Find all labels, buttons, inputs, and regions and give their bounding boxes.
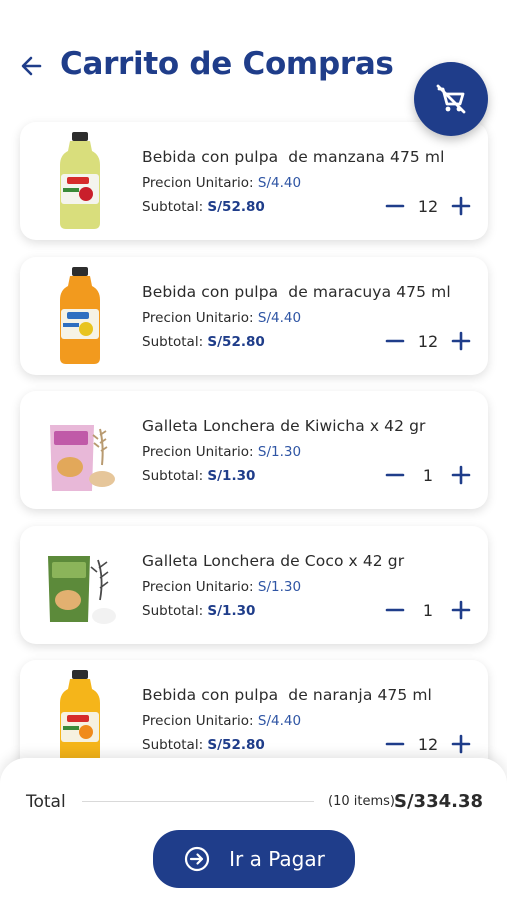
minus-icon	[385, 339, 405, 343]
total-divider	[82, 801, 314, 802]
minus-icon	[385, 742, 405, 746]
unit-price-line: Precion Unitario: S/1.30	[142, 444, 301, 460]
total-amount: S/334.38	[394, 791, 483, 812]
unit-price-label: Precion Unitario:	[142, 444, 258, 460]
subtotal-value: S/1.30	[207, 468, 256, 484]
unit-price-value: S/4.40	[257, 175, 302, 191]
increase-button[interactable]	[450, 330, 472, 352]
increase-button[interactable]	[450, 599, 472, 621]
subtotal-label: Subtotal:	[142, 603, 208, 619]
plus-icon	[451, 331, 471, 351]
product-image-apple-juice	[60, 132, 100, 229]
plus-icon	[451, 196, 471, 216]
decrease-button[interactable]	[384, 464, 406, 486]
unit-price-line: Precion Unitario: S/1.30	[142, 579, 301, 595]
decrease-button[interactable]	[384, 330, 406, 352]
product-name: Bebida con pulpa de manzana 475 ml	[142, 148, 445, 166]
subtotal-value: S/52.80	[207, 199, 265, 215]
quantity-stepper: 1	[384, 598, 472, 622]
increase-button[interactable]	[450, 733, 472, 755]
quantity-value: 1	[422, 465, 434, 485]
decrease-button[interactable]	[384, 195, 406, 217]
quantity-stepper: 12	[384, 732, 472, 756]
decrease-button[interactable]	[384, 733, 406, 755]
subtotal-line: Subtotal: S/1.30	[142, 468, 255, 484]
unit-price-value: S/4.40	[257, 713, 302, 729]
checkout-footer: Total (10 items) S/334.38 Ir a Pagar	[0, 758, 507, 900]
cart-item: Galleta Lonchera de Coco x 42 gr Precion…	[20, 526, 488, 644]
total-label: Total	[26, 792, 66, 812]
unit-price-label: Precion Unitario:	[142, 310, 258, 326]
quantity-value: 12	[417, 331, 439, 351]
quantity-stepper: 12	[384, 194, 472, 218]
product-image-kiwicha-cookies	[50, 425, 115, 491]
subtotal-line: Subtotal: S/52.80	[142, 737, 265, 753]
product-image-coconut-cookies	[48, 556, 116, 624]
unit-price-label: Precion Unitario:	[142, 579, 258, 595]
product-name: Galleta Lonchera de Coco x 42 gr	[142, 552, 405, 570]
cart-off-icon	[436, 84, 466, 114]
subtotal-label: Subtotal:	[142, 199, 208, 215]
subtotal-value: S/52.80	[207, 334, 265, 350]
increase-button[interactable]	[450, 464, 472, 486]
unit-price-value: S/4.40	[257, 310, 302, 326]
subtotal-line: Subtotal: S/52.80	[142, 334, 265, 350]
checkout-label: Ir a Pagar	[229, 847, 325, 871]
product-name: Bebida con pulpa de naranja 475 ml	[142, 686, 432, 704]
minus-icon	[385, 204, 405, 208]
quantity-value: 1	[422, 600, 434, 620]
quantity-stepper: 12	[384, 329, 472, 353]
cart-item: Bebida con pulpa de manzana 475 ml Preci…	[20, 122, 488, 240]
subtotal-label: Subtotal:	[142, 737, 208, 753]
plus-icon	[451, 734, 471, 754]
quantity-stepper: 1	[384, 463, 472, 487]
subtotal-value: S/1.30	[207, 603, 256, 619]
unit-price-line: Precion Unitario: S/4.40	[142, 310, 301, 326]
unit-price-label: Precion Unitario:	[142, 713, 258, 729]
unit-price-value: S/1.30	[257, 579, 302, 595]
cart-item: Bebida con pulpa de maracuya 475 ml Prec…	[20, 257, 488, 375]
subtotal-line: Subtotal: S/52.80	[142, 199, 265, 215]
product-image-passionfruit-juice	[60, 267, 100, 364]
subtotal-line: Subtotal: S/1.30	[142, 603, 255, 619]
increase-button[interactable]	[450, 195, 472, 217]
product-name: Galleta Lonchera de Kiwicha x 42 gr	[142, 417, 426, 435]
subtotal-label: Subtotal:	[142, 334, 208, 350]
arrow-circle-right-icon	[185, 846, 210, 872]
product-name: Bebida con pulpa de maracuya 475 ml	[142, 283, 451, 301]
unit-price-label: Precion Unitario:	[142, 175, 258, 191]
quantity-value: 12	[417, 196, 439, 216]
items-count: (10 items)	[328, 794, 395, 809]
unit-price-value: S/1.30	[257, 444, 302, 460]
subtotal-value: S/52.80	[207, 737, 265, 753]
subtotal-label: Subtotal:	[142, 468, 208, 484]
unit-price-line: Precion Unitario: S/4.40	[142, 713, 301, 729]
checkout-button[interactable]: Ir a Pagar	[153, 830, 355, 888]
minus-icon	[385, 608, 405, 612]
minus-icon	[385, 473, 405, 477]
clear-cart-button[interactable]	[414, 62, 488, 136]
cart-item: Galleta Lonchera de Kiwicha x 42 gr Prec…	[20, 391, 488, 509]
decrease-button[interactable]	[384, 599, 406, 621]
plus-icon	[451, 465, 471, 485]
product-image-orange-juice	[60, 670, 100, 767]
unit-price-line: Precion Unitario: S/4.40	[142, 175, 301, 191]
plus-icon	[451, 600, 471, 620]
quantity-value: 12	[417, 734, 439, 754]
